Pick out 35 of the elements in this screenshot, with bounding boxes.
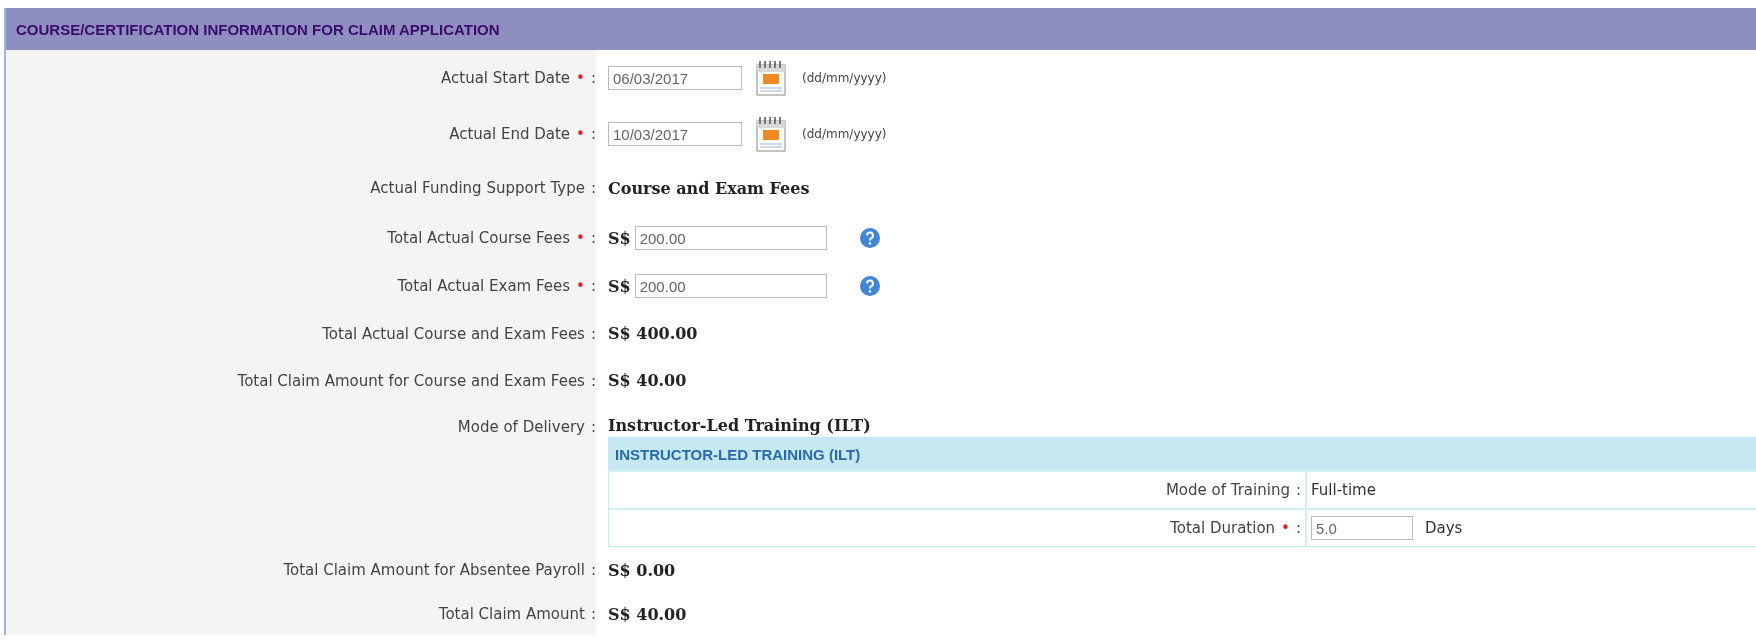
field-value: S$ 400.00 bbox=[608, 324, 699, 343]
field-label: Total Claim Amount : bbox=[438, 605, 596, 623]
field-label: Actual Start Date • : bbox=[441, 69, 596, 87]
currency-label: S$ bbox=[608, 276, 631, 296]
currency-label: S$ bbox=[608, 228, 631, 248]
date-format-hint: (dd/mm/yyyy) bbox=[802, 71, 887, 85]
amount-field[interactable]: 200.00 bbox=[634, 274, 827, 298]
field-label: Total Claim Amount for Absentee Payroll : bbox=[283, 561, 596, 579]
unit-label: Days bbox=[1425, 519, 1463, 537]
field-label: Actual Funding Support Type : bbox=[370, 179, 596, 197]
date-field[interactable]: 10/03/2017 bbox=[608, 122, 742, 146]
amount-field[interactable]: 200.00 bbox=[634, 226, 827, 250]
section-header: COURSE/CERTIFICATION INFORMATION FOR CLAIM APPLICATION bbox=[6, 8, 1756, 50]
duration-field[interactable]: 5.0 bbox=[1311, 516, 1413, 540]
field-value: Course and Exam Fees bbox=[608, 178, 811, 198]
field-value: S$ 40.00 bbox=[608, 604, 688, 624]
help-icon[interactable] bbox=[858, 275, 881, 297]
field-label: Total Actual Exam Fees • : bbox=[397, 277, 596, 295]
field-label: Total Duration • : bbox=[1170, 519, 1301, 537]
field-value: S$ 0.00 bbox=[608, 560, 677, 580]
field-label: Mode of Training : bbox=[1165, 481, 1301, 499]
field-label: Total Actual Course Fees • : bbox=[387, 229, 596, 247]
field-label: Total Claim Amount for Course and Exam Fees : bbox=[237, 371, 596, 390]
field-label: Mode of Delivery : bbox=[457, 418, 596, 436]
field-value: S$ 40.00 bbox=[608, 371, 688, 390]
field-label: Total Actual Course and Exam Fees : bbox=[322, 324, 596, 343]
field-value: Instructor-Led Training (ILT) bbox=[608, 416, 872, 435]
date-format-hint: (dd/mm/yyyy) bbox=[802, 127, 887, 141]
field-value: Full-time bbox=[1311, 481, 1376, 499]
date-field[interactable]: 06/03/2017 bbox=[608, 66, 742, 90]
calendar-icon[interactable] bbox=[754, 59, 788, 97]
calendar-icon[interactable] bbox=[754, 115, 788, 153]
field-label: Actual End Date • : bbox=[449, 125, 596, 143]
help-icon[interactable] bbox=[858, 227, 881, 249]
panel-title: INSTRUCTOR-LED TRAINING (ILT) bbox=[609, 438, 1756, 470]
